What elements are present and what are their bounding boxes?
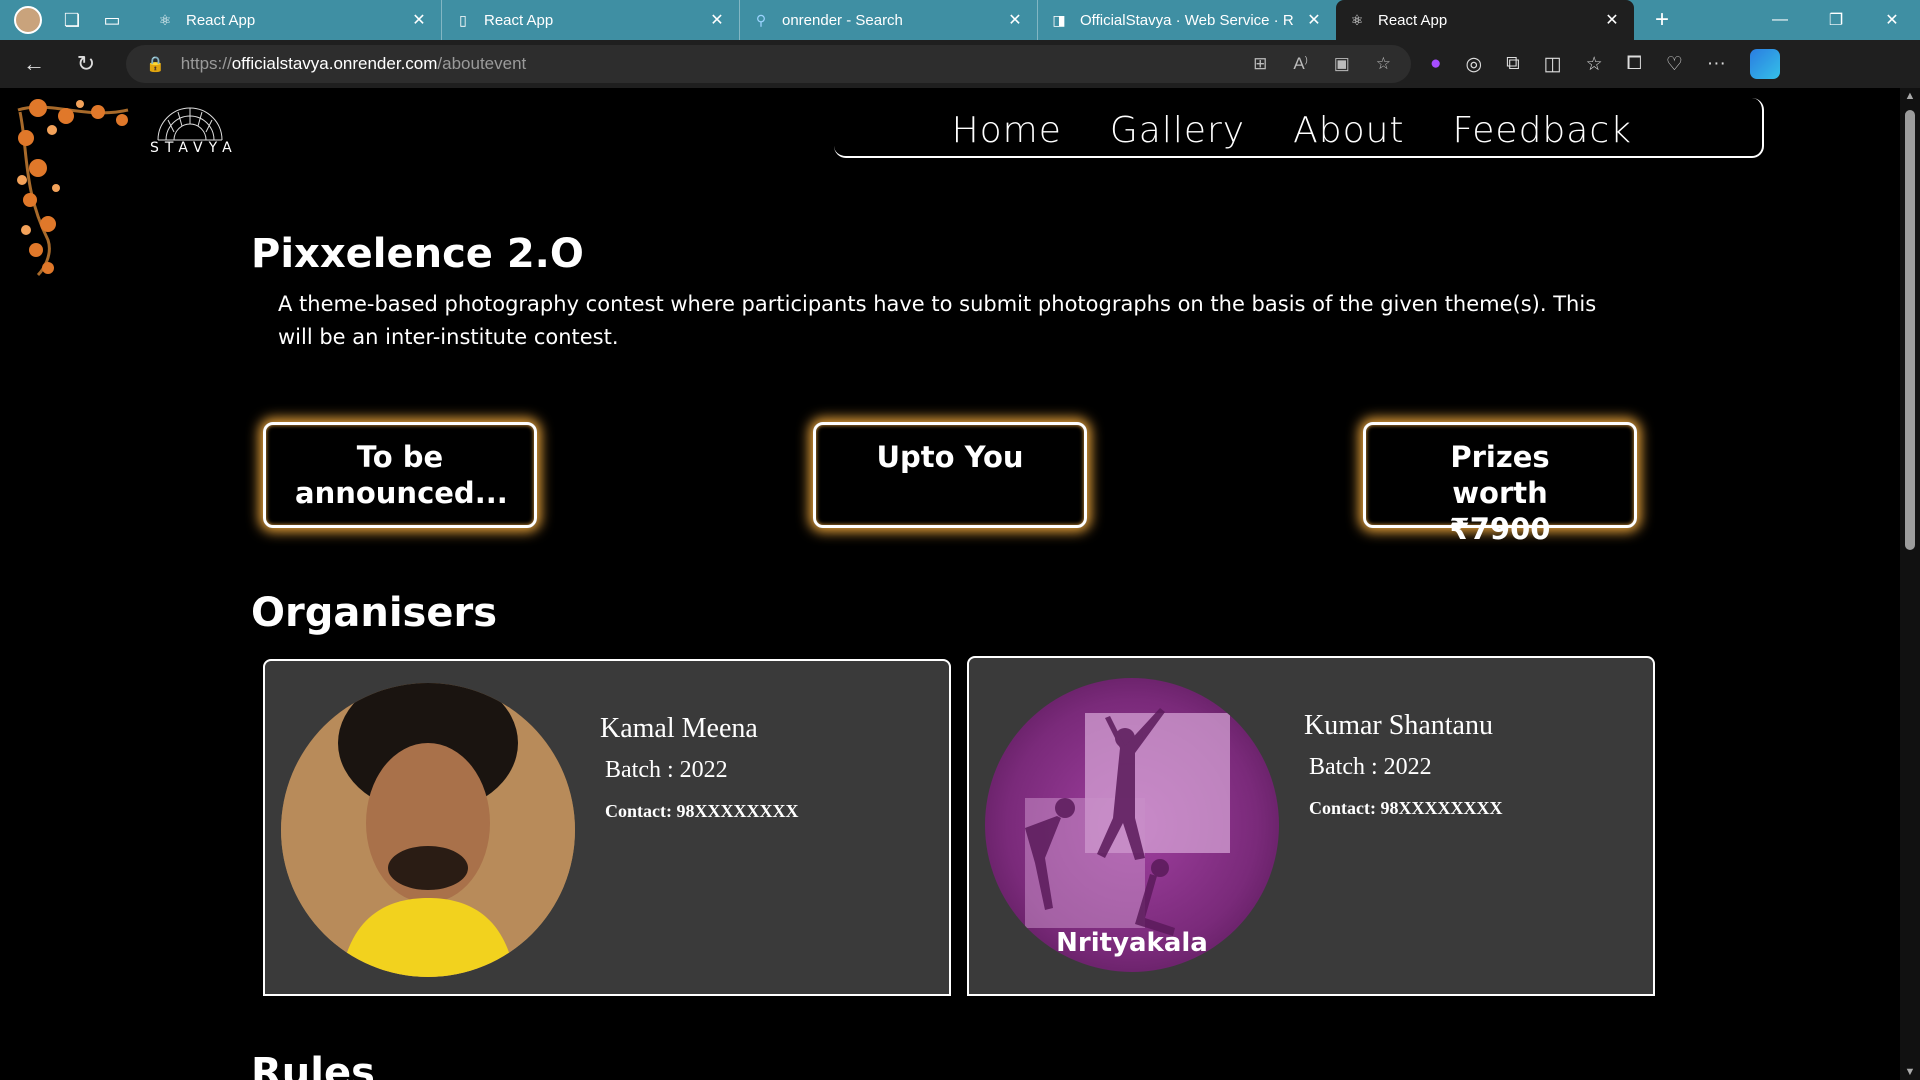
organiser-name: Kumar Shantanu [1304, 710, 1493, 741]
scroll-thumb[interactable] [1905, 110, 1915, 550]
tab-title: OfficialStavya · Web Service · R [1080, 11, 1294, 29]
tab-3[interactable]: ⚲ onrender - Search ✕ [740, 0, 1038, 40]
nav-feedback[interactable]: Feedback [1453, 110, 1632, 151]
event-date-box: To be announced... [263, 422, 537, 528]
event-venue-text: Upto You [876, 440, 1024, 474]
tab-5-active[interactable]: ⚛ React App ✕ [1336, 0, 1634, 40]
browser-toolbar: ← ↻ 🔒 https://officialstavya.onrender.co… [0, 40, 1920, 88]
event-date-text: To be announced... [295, 440, 508, 510]
address-bar-actions: ⊞ A) ▣ ☆ [1253, 45, 1391, 83]
organiser-image-label: Nrityakala [1056, 928, 1208, 958]
page-icon: ▯ [459, 11, 467, 28]
scroll-up-arrow-icon[interactable]: ▲ [1903, 90, 1917, 102]
organiser-card: Kamal Meena Batch : 2022 Contact: 98XXXX… [263, 659, 951, 996]
event-title: Pixxelence 2.O [251, 231, 584, 277]
collections-icon[interactable]: ⧠ [1627, 53, 1642, 75]
tab-bar: ❏ ▭ ⚛ React App ✕ ▯ React App ✕ ⚲ onrend… [0, 0, 1920, 40]
close-icon[interactable]: ✕ [1304, 10, 1324, 30]
close-icon[interactable]: ✕ [1602, 10, 1622, 30]
close-icon[interactable]: ✕ [409, 10, 429, 30]
favorites-icon[interactable]: ☆ [1586, 53, 1603, 76]
url-path: /aboutevent [437, 54, 527, 73]
main-navbar: Home Gallery About Feedback [834, 98, 1764, 158]
browser-essentials-icon[interactable]: ♡ [1666, 53, 1683, 76]
logo-text: STAVYA [150, 140, 238, 156]
page-viewport: STAVYA Home Gallery About Feedback Pixxe… [0, 88, 1920, 1080]
render-icon: ◨ [1052, 11, 1066, 28]
read-aloud-icon[interactable]: A) [1293, 54, 1307, 74]
stavya-logo[interactable] [8, 90, 248, 280]
back-button[interactable]: ← [8, 40, 60, 88]
new-tab-button[interactable]: + [1642, 6, 1682, 34]
organiser-batch: Batch : 2022 [605, 757, 728, 783]
person-avatar-icon [281, 683, 575, 977]
page-scrollbar[interactable]: ▲ ▼ [1900, 88, 1920, 1080]
navbar-links: Home Gallery About Feedback [952, 110, 1632, 151]
window-controls: — ❐ ✕ [1752, 0, 1920, 40]
organiser-photo [281, 683, 575, 977]
event-prize-box: Prizes worth ₹7900 [1363, 422, 1637, 546]
url-scheme: https:// [180, 54, 232, 73]
close-icon[interactable]: ✕ [1005, 10, 1025, 30]
nav-gallery[interactable]: Gallery [1110, 110, 1245, 151]
address-bar[interactable]: 🔒 https://officialstavya.onrender.com/ab… [126, 45, 1411, 83]
organiser-contact: Contact: 98XXXXXXXX [1309, 798, 1503, 818]
app-available-icon[interactable]: ⊞ [1253, 54, 1267, 74]
tab-title: React App [1378, 11, 1448, 29]
immersive-reader-icon[interactable]: ▣ [1334, 54, 1350, 74]
refresh-button[interactable]: ↻ [60, 40, 112, 88]
minimize-button[interactable]: — [1752, 0, 1808, 40]
organiser-name: Kamal Meena [600, 713, 758, 744]
event-venue-box: Upto You [813, 422, 1087, 528]
target-icon[interactable]: ◎ [1465, 53, 1482, 76]
url-host: officialstavya.onrender.com [231, 54, 438, 73]
workspaces-icon[interactable]: ❏ [52, 0, 92, 40]
tab-4[interactable]: ◨ OfficialStavya · Web Service · R ✕ [1038, 0, 1336, 40]
tab-title: React App [484, 11, 554, 29]
react-icon: ⚛ [1350, 11, 1364, 28]
more-menu-icon[interactable]: ··· [1707, 53, 1726, 75]
toolbar-icons: ● ◎ ⧉ ◫ ☆ ⧠ ♡ ··· [1430, 40, 1780, 88]
extension-purple-icon[interactable]: ● [1430, 53, 1441, 75]
tab-title: onrender - Search [782, 11, 903, 29]
restore-button[interactable]: ❐ [1808, 0, 1864, 40]
favorite-star-icon[interactable]: ☆ [1376, 54, 1391, 74]
event-prize-text: Prizes worth ₹7900 [1449, 440, 1551, 546]
tab-2[interactable]: ▯ React App ✕ [442, 0, 740, 40]
organiser-photo: Nrityakala [985, 678, 1279, 972]
organisers-heading: Organisers [251, 590, 498, 636]
vertical-tabs-icon[interactable]: ▭ [92, 0, 132, 40]
close-icon[interactable]: ✕ [707, 10, 727, 30]
event-description: A theme-based photography contest where … [278, 292, 1597, 349]
organiser-contact: Contact: 98XXXXXXXX [605, 801, 799, 821]
copilot-icon[interactable] [1749, 49, 1780, 79]
split-screen-icon[interactable]: ◫ [1544, 53, 1562, 76]
nav-about[interactable]: About [1293, 110, 1404, 151]
organiser-batch: Batch : 2022 [1309, 754, 1432, 780]
extensions-puzzle-icon[interactable]: ⧉ [1506, 53, 1520, 75]
rules-heading: Rules [251, 1050, 375, 1080]
tab-title: React App [186, 11, 256, 29]
search-icon: ⚲ [755, 11, 767, 28]
organiser-card: Nrityakala Kumar Shantanu Batch : 2022 C… [967, 656, 1655, 996]
nav-home[interactable]: Home [952, 110, 1062, 151]
scroll-down-arrow-icon[interactable]: ▼ [1903, 1066, 1917, 1078]
tab-1[interactable]: ⚛ React App ✕ [144, 0, 442, 40]
lock-icon[interactable]: 🔒 [146, 55, 165, 73]
react-icon: ⚛ [158, 11, 172, 28]
profile-avatar[interactable] [14, 6, 42, 34]
close-window-button[interactable]: ✕ [1864, 0, 1920, 40]
